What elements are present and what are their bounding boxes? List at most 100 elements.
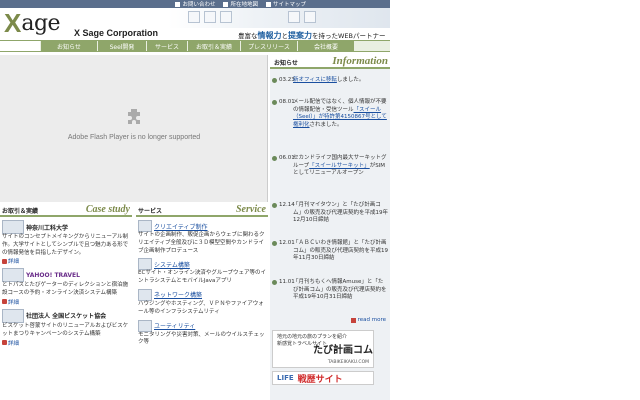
service-title: Service	[236, 204, 266, 215]
read-more-label: read more	[357, 317, 386, 323]
top-links: お問い合わせ 所在地地図 サイトマップ	[175, 0, 306, 8]
detail-link[interactable]: 詳細	[2, 257, 132, 265]
service-item-title: クリエイティブ制作	[138, 220, 268, 232]
bullet-icon	[272, 156, 277, 161]
service-item-title: ネットワーク構築	[138, 288, 268, 301]
sitemap-link[interactable]: サイトマップ	[265, 0, 306, 8]
service-item-text: ハウジングやホスティング、ＶＰＮやファイアウォール等のインフラシステムリティ	[138, 300, 264, 315]
service-link[interactable]: クリエイティブ制作	[154, 222, 208, 231]
decor-tile	[288, 11, 300, 23]
case-entry-title: YAHOO! TRAVEL	[2, 268, 132, 283]
service-link[interactable]: ユーティリティ	[154, 321, 195, 330]
news-link[interactable]: 新オフィスに移転	[293, 77, 337, 83]
read-more-link[interactable]: read more	[350, 317, 386, 323]
news-item: 12.01 「ＡＢＣいわき情報館」と「たび計画コム」の販売及び代理店契約を平成1…	[272, 240, 388, 263]
decor-tile	[304, 11, 316, 23]
sensation-banner[interactable]: LIFE 戦歴サイト	[272, 371, 374, 385]
service-icon	[138, 288, 152, 301]
banner-logo: たび計画コム	[313, 345, 373, 356]
service-item: クリエイティブ制作 サイトの企画制作、販促企画からウェブに関わるクリエイティブ全…	[136, 220, 268, 255]
case-study-label: お取引＆実績	[2, 208, 39, 215]
tagline-highlight: 情報力	[257, 31, 282, 40]
news-item: 03.23 新オフィスに移転しました。	[272, 77, 388, 85]
nav-item-company[interactable]: 会社概要	[298, 41, 354, 51]
news-item: 11.01 「月刊ちもくへ情報Amuse」と「たび計画コム」の販売及び代理店契約…	[272, 279, 388, 302]
service-link[interactable]: ネットワーク構築	[154, 290, 202, 299]
news-date: 08.01	[279, 99, 295, 105]
detail-link[interactable]: 詳細	[2, 298, 132, 306]
client-logo-icon	[2, 308, 24, 323]
decor-tile	[188, 11, 200, 23]
service-icon	[138, 258, 152, 271]
company-name: X Sage Corporation	[74, 28, 159, 38]
case-entry-text: サイトのコンセプトメイキングからリニューアル制作。大学サイトとしてシンプルで且つ…	[2, 234, 129, 256]
news-item: 12.14 「月刊マイタウン」と「たび計画コム」の販売及び代理店契約を平成19年…	[272, 202, 388, 225]
service-item-title: システム構築	[138, 258, 268, 271]
nav-item-service[interactable]: サービス	[147, 41, 187, 51]
banner-life-label: LIFE	[277, 374, 294, 382]
banner-site-name: 戦歴サイト	[297, 374, 343, 385]
news-link[interactable]: 「スイールサーキット」	[309, 163, 370, 169]
header: X age X Sage Corporation 豊富な情報力と提案力を持ったW…	[0, 8, 390, 40]
bullet-icon	[272, 280, 277, 285]
bullet-icon	[272, 241, 277, 246]
flash-placeholder: Adobe Flash Player is no longer supporte…	[0, 55, 268, 202]
arrow-icon	[2, 258, 7, 264]
contact-link[interactable]: お問い合わせ	[175, 0, 215, 8]
news-body: メール配信ではなく、個人情報が不要の情報配信・受信ツール「スイール（Seel）」…	[293, 99, 388, 129]
tabikeikaku-banner[interactable]: 地元の地元の旅のプランを紹介 新感覚トラベルサイト たび計画コム TABIKEI…	[272, 330, 374, 368]
case-entry: 社団法人 全国ビスケット協会 ビスケット啓蒙サイトのリニューアルおよびビスケット…	[0, 308, 132, 347]
nav-item-seel[interactable]: Seel開発	[98, 41, 146, 51]
banner-url: TABIKEIKAKU.COM	[327, 360, 369, 365]
nav-item-news[interactable]: お知らせ	[41, 41, 97, 51]
service-item-text: サイトの企画制作、販促企画からウェブに関わるクリエイティブ全般及びに３Ｄ模型空間…	[138, 232, 265, 254]
case-entry-title: 社団法人 全国ビスケット協会	[2, 308, 132, 323]
detail-link[interactable]: 詳細	[2, 339, 132, 347]
arrow-icon	[350, 317, 356, 323]
news-date: 12.14	[279, 202, 295, 208]
client-name: YAHOO! TRAVEL	[26, 271, 80, 279]
logo-text: age	[21, 11, 61, 36]
site-logo[interactable]: X age	[4, 10, 61, 36]
service-label: サービス	[138, 208, 163, 215]
map-label: 所在地地図	[230, 2, 258, 8]
tagline-highlight: 提案力	[288, 31, 312, 40]
case-entry-text: とトパスとたびゲーターのディレクションと宿泊施設コースの予約・オンライン決済シス…	[2, 282, 129, 297]
map-link[interactable]: 所在地地図	[223, 0, 258, 8]
news-date: 12.01	[279, 240, 295, 246]
news-date: 03.23	[279, 77, 295, 83]
mail-icon	[175, 1, 181, 7]
service-item: ユーティリティ モニタリングや災害対策、メールのウイルスチェック等	[136, 319, 268, 348]
top-bar: お問い合わせ 所在地地図 サイトマップ	[0, 0, 390, 8]
flash-message: Adobe Flash Player is no longer supporte…	[67, 134, 201, 141]
information-header: お知らせ Information	[270, 55, 390, 69]
information-label: お知らせ	[274, 60, 298, 67]
bullet-icon	[272, 100, 277, 105]
service-item-text: モニタリングや災害対策、メールのウイルスチェック等	[138, 331, 265, 346]
service-icon	[138, 220, 152, 232]
tagline-part: を持ったWEBパートナー	[312, 32, 386, 40]
client-logo-icon	[2, 268, 24, 283]
nav-item-case[interactable]: お取引＆実績	[188, 41, 240, 51]
client-logo-icon	[2, 220, 24, 234]
nav-item-press[interactable]: プレスリリース	[241, 41, 297, 51]
news-date: 06.01	[279, 155, 295, 161]
service-item-text: ECサイト・オンライン決済やグループウェア等のイントラシステムとモバイルJava…	[138, 270, 266, 285]
information-title: Information	[332, 55, 388, 67]
case-entry-title: 神奈川工科大学	[2, 220, 132, 234]
service-panel: サービス Service クリエイティブ制作 サイトの企画制作、販促企画からウェ…	[136, 203, 268, 400]
header-art	[168, 8, 390, 28]
nav-spacer	[0, 41, 40, 51]
news-text: しました。	[336, 77, 365, 83]
service-item-title: ユーティリティ	[138, 319, 268, 332]
arrow-icon	[2, 299, 7, 305]
bullet-icon	[272, 78, 277, 83]
website: お問い合わせ 所在地地図 サイトマップ X age X Sage Corpora…	[0, 0, 390, 400]
tagline-part: 豊富な	[238, 32, 258, 40]
service-link[interactable]: システム構築	[154, 260, 190, 269]
case-entry: YAHOO! TRAVEL とトパスとたびゲーターのディレクションと宿泊施設コー…	[0, 268, 132, 306]
case-study-header: お取引＆実績 Case study	[0, 203, 132, 217]
detail-label: 詳細	[8, 299, 20, 306]
detail-label: 詳細	[8, 340, 20, 347]
detail-label: 詳細	[8, 259, 20, 266]
